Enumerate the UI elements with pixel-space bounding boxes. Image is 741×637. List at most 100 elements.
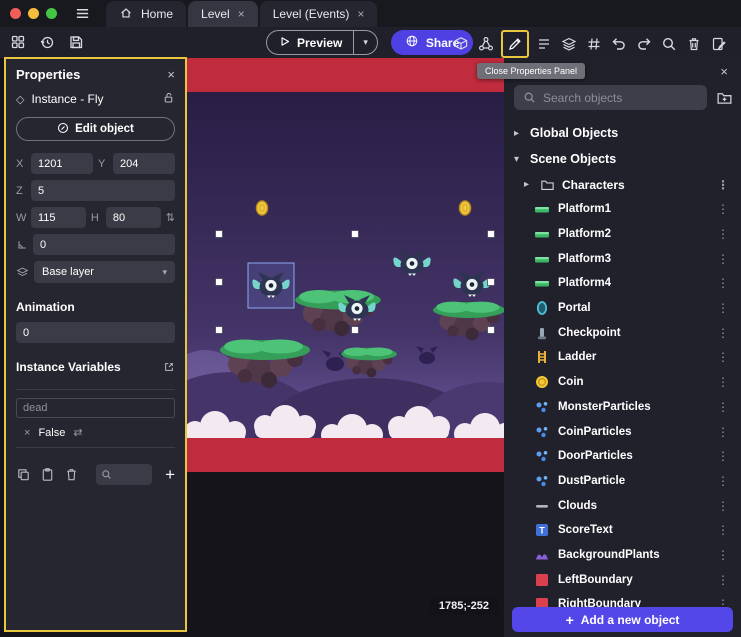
object-list-item[interactable]: Coin⋮ xyxy=(504,370,741,395)
close-properties-icon[interactable]: × xyxy=(167,67,175,82)
object-menu-icon[interactable]: ⋮ xyxy=(715,499,731,513)
object-list-item[interactable]: Ladder⋮ xyxy=(504,345,741,370)
add-object-button[interactable]: + Add a new object xyxy=(512,607,733,632)
object-menu-icon[interactable]: ⋮ xyxy=(715,523,731,537)
delete-variable-icon[interactable] xyxy=(64,467,79,482)
x-input[interactable] xyxy=(31,153,93,174)
height-input[interactable] xyxy=(106,207,161,228)
particles-icon xyxy=(534,448,550,464)
variables-search-input[interactable] xyxy=(116,469,147,480)
portal-icon xyxy=(534,300,550,316)
tab-level[interactable]: Level × xyxy=(188,1,258,27)
object-list-item[interactable]: BackgroundPlants⋮ xyxy=(504,543,741,568)
object-list-item[interactable]: Platform2⋮ xyxy=(504,222,741,247)
paste-icon[interactable] xyxy=(40,467,55,482)
object-list-item[interactable]: CoinParticles⋮ xyxy=(504,419,741,444)
copy-icon[interactable] xyxy=(16,467,31,482)
object-list-item[interactable]: MonsterParticles⋮ xyxy=(504,395,741,420)
zoom-icon[interactable] xyxy=(657,32,681,56)
object-list-item[interactable]: Platform3⋮ xyxy=(504,246,741,271)
add-folder-icon[interactable] xyxy=(716,89,733,106)
trash-icon[interactable] xyxy=(682,32,706,56)
search-objects-input[interactable] xyxy=(543,91,698,105)
object-menu-icon[interactable]: ⋮ xyxy=(715,449,731,463)
instances-editor-icon[interactable] xyxy=(474,32,498,56)
object-list-item[interactable]: DustParticle⋮ xyxy=(504,469,741,494)
history-icon[interactable] xyxy=(35,30,59,54)
properties-title: Properties xyxy=(16,67,167,82)
object-list-item[interactable]: DoorParticles ⋮ xyxy=(504,444,741,469)
platform-icon xyxy=(534,201,550,217)
object-menu-icon[interactable]: ⋮ xyxy=(715,573,731,587)
object-menu-icon[interactable]: ⋮ xyxy=(715,252,731,266)
variables-search[interactable] xyxy=(96,464,152,485)
object-menu-icon[interactable]: ⋮ xyxy=(715,202,731,216)
animation-input[interactable] xyxy=(16,322,175,343)
add-variable-button[interactable]: + xyxy=(165,466,175,483)
object-menu-icon[interactable]: ⋮ xyxy=(715,548,731,562)
undo-icon[interactable] xyxy=(607,32,631,56)
object-label: Clouds xyxy=(558,500,707,512)
folder-menu-icon[interactable]: ⋮ xyxy=(715,178,731,192)
z-input[interactable] xyxy=(31,180,175,201)
close-window-button[interactable] xyxy=(10,8,21,19)
object-list-item[interactable]: TScoreText⋮ xyxy=(504,518,741,543)
preview-button[interactable]: Preview ▾ xyxy=(266,30,378,55)
angle-input[interactable] xyxy=(33,234,175,255)
close-objects-panel-icon[interactable]: × xyxy=(720,64,728,79)
game-viewport[interactable] xyxy=(187,92,504,438)
object-list-item[interactable]: LeftBoundary⋮ xyxy=(504,567,741,592)
y-input[interactable] xyxy=(113,153,175,174)
preview-options-caret[interactable]: ▾ xyxy=(353,31,377,54)
tab-home[interactable]: Home xyxy=(106,1,186,27)
close-tab-icon[interactable]: × xyxy=(238,7,245,21)
object-list-item[interactable]: Platform4⋮ xyxy=(504,271,741,296)
object-menu-icon[interactable]: ⋮ xyxy=(715,375,731,389)
minimize-window-button[interactable] xyxy=(28,8,39,19)
keep-ratio-icon[interactable]: ⇅ xyxy=(166,211,175,224)
scene-canvas[interactable]: 1785;-252 xyxy=(187,58,504,637)
object-groups-editor-icon[interactable] xyxy=(532,32,556,56)
close-tab-icon[interactable]: × xyxy=(357,7,364,21)
object-list-item[interactable]: Portal⋮ xyxy=(504,296,741,321)
object-menu-icon[interactable]: ⋮ xyxy=(715,425,731,439)
zoom-window-button[interactable] xyxy=(46,8,57,19)
layers-editor-icon[interactable] xyxy=(557,32,581,56)
layer-select[interactable]: Base layer ▾ xyxy=(34,261,175,283)
object-menu-icon[interactable]: ⋮ xyxy=(715,276,731,290)
edit-scene-icon[interactable] xyxy=(707,32,731,56)
object-menu-icon[interactable]: ⋮ xyxy=(715,301,731,315)
variable-name[interactable]: dead xyxy=(16,398,175,418)
folder-label: Characters xyxy=(562,178,708,192)
project-manager-icon[interactable] xyxy=(6,30,30,54)
object-menu-icon[interactable]: ⋮ xyxy=(715,400,731,414)
object-list-item[interactable]: Checkpoint⋮ xyxy=(504,320,741,345)
coin-instance[interactable] xyxy=(257,201,268,215)
object-menu-icon[interactable]: ⋮ xyxy=(715,227,731,241)
objects-search[interactable] xyxy=(514,85,707,110)
main-menu-icon[interactable] xyxy=(75,6,90,21)
scene-objects-group[interactable]: ▾ Scene Objects xyxy=(504,146,741,172)
animation-section-title: Animation xyxy=(16,300,175,314)
global-objects-group[interactable]: ▸ Global Objects xyxy=(504,120,741,146)
object-list-item[interactable]: Clouds ⋮ xyxy=(504,493,741,518)
width-input[interactable] xyxy=(31,207,86,228)
redo-icon[interactable] xyxy=(632,32,656,56)
coin-instance[interactable] xyxy=(460,201,471,215)
properties-editor-pencil-icon[interactable] xyxy=(503,32,527,56)
object-menu-icon[interactable]: ⋮ xyxy=(715,474,731,488)
swap-value-icon[interactable]: ⇄ xyxy=(73,426,82,439)
save-icon[interactable] xyxy=(64,30,88,54)
tab-level-events[interactable]: Level (Events) × xyxy=(260,1,378,27)
object-label: DoorParticles xyxy=(558,450,707,462)
object-list-item[interactable]: Platform1⋮ xyxy=(504,197,741,222)
edit-object-button[interactable]: Edit object xyxy=(16,117,175,141)
lock-icon[interactable] xyxy=(162,91,175,107)
variable-value-row[interactable]: × False ⇄ xyxy=(16,425,175,440)
open-variables-icon[interactable] xyxy=(163,361,175,373)
objects-editor-icon[interactable] xyxy=(449,32,473,56)
object-menu-icon[interactable]: ⋮ xyxy=(715,350,731,364)
characters-folder[interactable]: ▸ Characters ⋮ xyxy=(504,172,741,197)
object-menu-icon[interactable]: ⋮ xyxy=(715,326,731,340)
grid-icon[interactable] xyxy=(582,32,606,56)
